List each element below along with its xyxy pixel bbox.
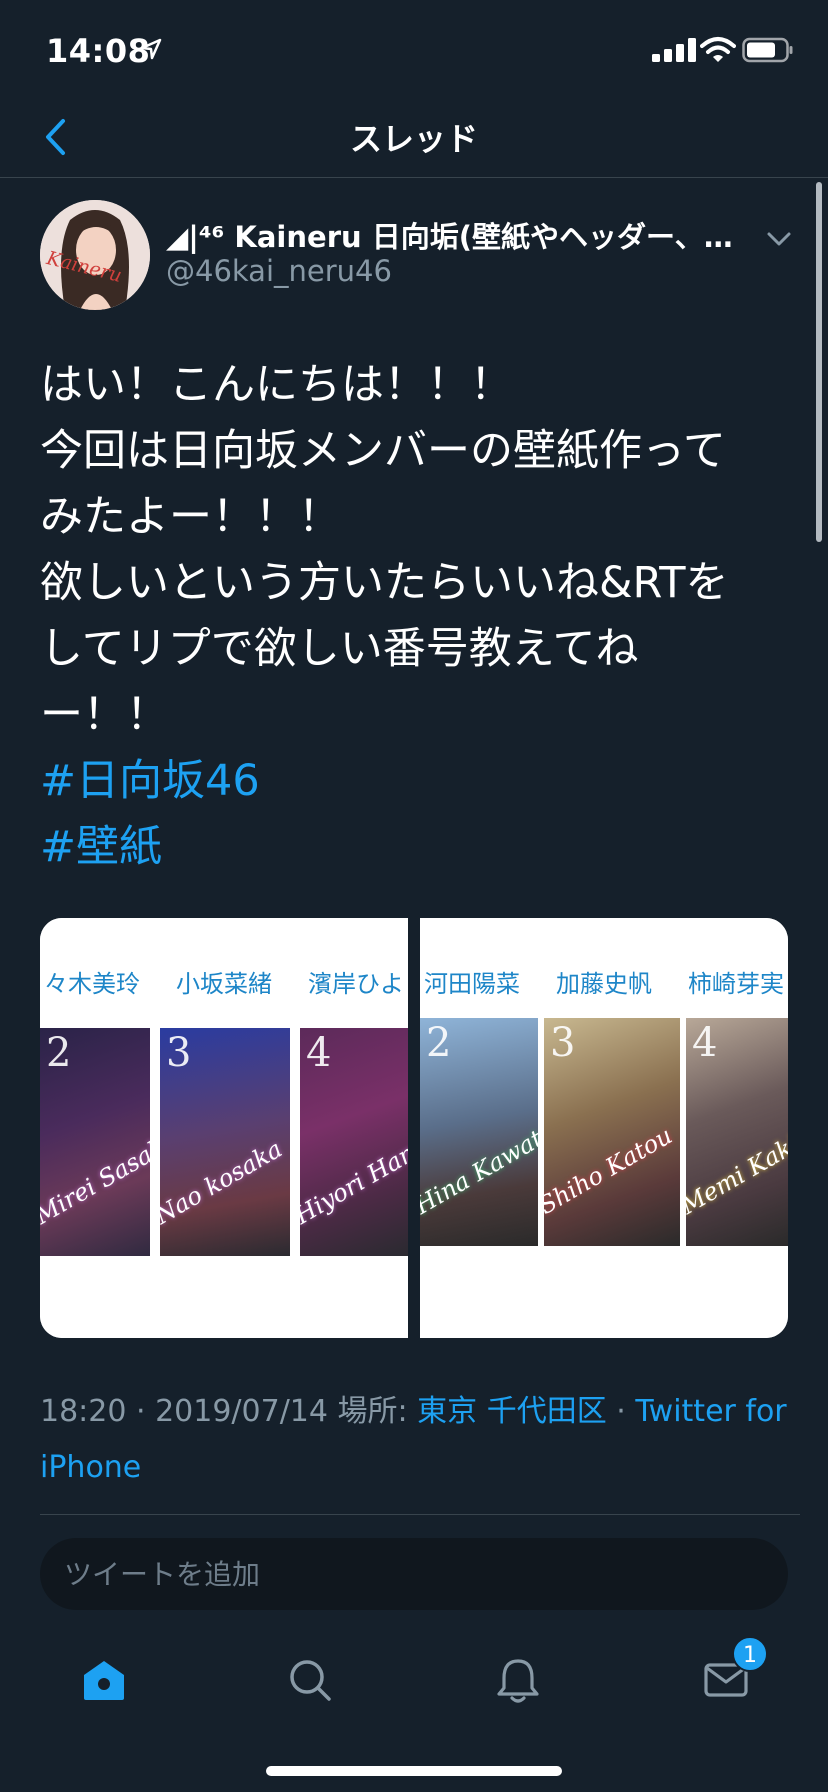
member-photo: 2 Mirei Sasaki [40, 1028, 150, 1256]
photo-number: 3 [166, 1030, 192, 1076]
reply-box [40, 1538, 788, 1610]
media-image-left[interactable]: 々木美玲 小坂菜緒 濱岸ひよ 2 Mirei Sasaki 3 Nao kosa… [40, 918, 408, 1338]
member-signature: Nao kosaka [160, 1134, 287, 1230]
member-name: 加藤史帆 [556, 970, 652, 998]
status-bar: 14:08 [0, 0, 828, 100]
tab-bar: 1 [0, 1636, 828, 1746]
tweet-line: はい！こんにちは！！！ [40, 360, 513, 410]
page-title: スレッド [349, 120, 478, 158]
divider [40, 1514, 800, 1515]
member-photo: 3 Shiho Katou [544, 1018, 680, 1246]
photo-number: 4 [692, 1020, 718, 1066]
tweet-line: 欲しいという方いたらいいね&RTを [40, 558, 729, 608]
tweet-line: 今回は日向坂メンバーの壁紙作って [40, 426, 726, 476]
messages-badge: 1 [732, 1636, 768, 1672]
tweet-meta: 18:20 · 2019/07/14 場所: 東京 千代田区 · Twitter… [40, 1384, 800, 1496]
tweet-line: してリプで欲しい番号教えてね [40, 624, 639, 674]
photo-number: 2 [426, 1020, 452, 1066]
member-name: 河田陽菜 [424, 970, 520, 998]
tweet-media: 々木美玲 小坂菜緒 濱岸ひよ 2 Mirei Sasaki 3 Nao kosa… [40, 918, 788, 1338]
wifi-icon [700, 37, 736, 62]
member-signature: Memi Kakiz [686, 1123, 788, 1220]
member-names: 々木美玲 小坂菜緒 濱岸ひよ [40, 964, 408, 1008]
home-icon [84, 1661, 124, 1700]
member-name: 々木美玲 [44, 970, 140, 998]
scroll-indicator [816, 182, 822, 542]
photo-number: 3 [550, 1020, 576, 1066]
meta-separator: · [606, 1394, 636, 1429]
hashtag-link[interactable]: #日向坂46 [40, 748, 800, 814]
tweet-line: みたよー！！！ [40, 492, 341, 542]
member-name: 柿崎芽実 [688, 970, 784, 998]
cellular-signal-icon [652, 38, 696, 62]
reply-input[interactable] [64, 1538, 764, 1610]
hashtag-link[interactable]: #壁紙 [40, 814, 800, 880]
bell-icon [497, 1659, 539, 1703]
member-name: 小坂菜緒 [176, 970, 272, 998]
tab-notifications[interactable] [486, 1648, 550, 1712]
navigation-bar: スレッド [0, 100, 828, 178]
status-time: 14:08 [46, 32, 151, 70]
member-signature: Hiyori Hamagish [300, 1102, 408, 1230]
tweet-line: ー！！ [40, 690, 169, 740]
photo-number: 2 [46, 1030, 72, 1076]
tweet-text: はい！こんにちは！！！ 今回は日向坂メンバーの壁紙作って みたよー！！！ 欲しい… [40, 352, 800, 880]
tweet-timestamp: 18:20 · 2019/07/14 場所: [40, 1394, 418, 1429]
home-indicator [266, 1766, 562, 1776]
location-link[interactable]: 東京 千代田区 [417, 1394, 607, 1429]
display-name[interactable]: ◢|⁴⁶ Kaineru 日向垢(壁紙やヘッダー、… [166, 214, 756, 256]
tab-home[interactable] [72, 1648, 136, 1712]
battery-icon [742, 37, 793, 63]
member-photo: 4 Memi Kakiz [686, 1018, 788, 1246]
member-name: 濱岸ひよ [308, 970, 404, 998]
member-photo: 3 Nao kosaka [160, 1028, 290, 1256]
user-handle[interactable]: @46kai_neru46 [166, 254, 392, 288]
member-signature: Shiho Katou [544, 1121, 677, 1220]
chevron-down-icon[interactable] [762, 222, 796, 256]
member-names: 河田陽菜 加藤史帆 柿崎芽実 [420, 964, 788, 1008]
member-photo: 2 Hina Kawata [420, 1018, 538, 1246]
tab-search[interactable] [278, 1648, 342, 1712]
media-image-right[interactable]: 河田陽菜 加藤史帆 柿崎芽実 2 Hina Kawata 3 Shiho Kat… [420, 918, 788, 1338]
avatar[interactable]: Kaineru [40, 200, 150, 310]
member-signature: Hina Kawata [420, 1117, 538, 1220]
photo-number: 4 [306, 1030, 332, 1076]
member-signature: Mirei Sasaki [40, 1129, 150, 1230]
location-arrow-icon [140, 38, 162, 60]
member-photo: 4 Hiyori Hamagish [300, 1028, 408, 1256]
media-divider [408, 918, 420, 1338]
search-icon [290, 1660, 331, 1701]
